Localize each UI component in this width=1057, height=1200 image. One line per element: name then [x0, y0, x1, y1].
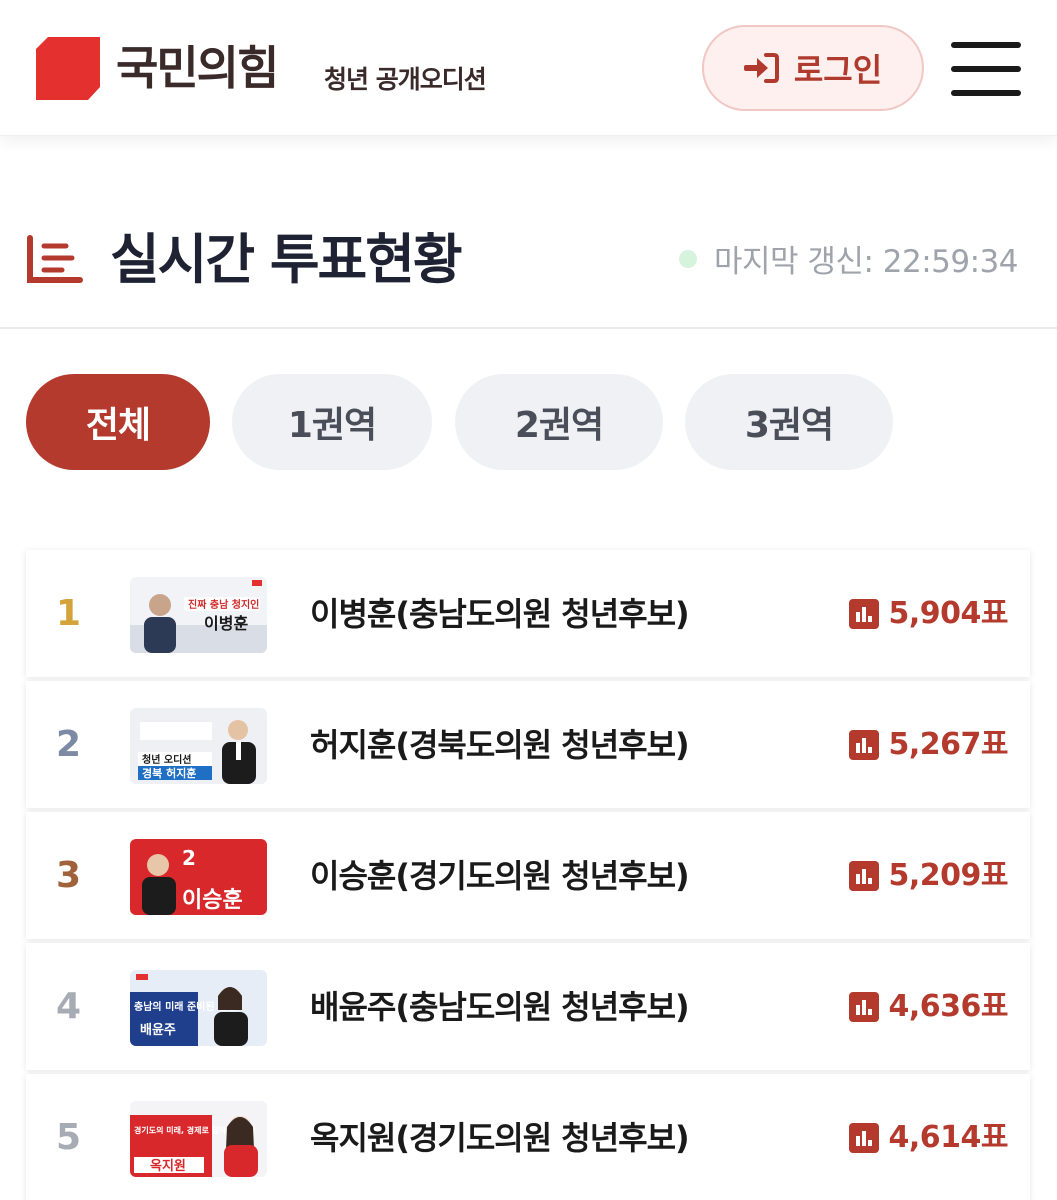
vote-count: 5,904표: [848, 592, 1009, 636]
rank-number: 4: [56, 986, 82, 1027]
rank-number: 2: [56, 724, 82, 765]
candidate-name[interactable]: 허지훈(경북도의원 청년후보): [310, 723, 690, 767]
candidate-thumbnail[interactable]: 경기도의 미래, 경제로 답하겠습니다 옥지원: [130, 1101, 267, 1177]
bar-chart-icon: [848, 861, 879, 891]
ranking-row[interactable]: 1 진짜 충남 청지인 이병훈 이병훈(충남도의원 청년후보) 5,904표: [26, 550, 1030, 677]
party-name[interactable]: 국민의힘: [116, 40, 279, 96]
party-logo-icon[interactable]: [36, 37, 100, 100]
ranking-row[interactable]: 3 2 이승훈 이승훈(경기도의원 청년후보) 5,209표: [26, 812, 1030, 939]
bar-chart-icon: [848, 599, 879, 629]
tab-all[interactable]: 전체: [26, 374, 210, 470]
ranking-row[interactable]: 4 충남의 미래 준비된 일꾼 배윤주 배윤주(충남도의원 청년후보) 4,63…: [26, 943, 1030, 1070]
tab-region-2[interactable]: 2권역: [455, 374, 663, 470]
live-status-dot: [679, 250, 697, 268]
vote-count-value: 4,614표: [888, 1120, 1009, 1155]
thumb-person-text: 이병훈: [204, 614, 248, 633]
vote-count-value: 4,636표: [888, 989, 1009, 1024]
ranking-row[interactable]: 2 청년 오디션 경북 허지훈 허지훈(경북도의원 청년후보) 5,267표: [26, 681, 1030, 808]
vote-count-value: 5,904표: [888, 596, 1009, 631]
candidate-thumbnail[interactable]: 2 이승훈: [130, 839, 267, 915]
site-subtitle: 청년 공개오디션: [324, 65, 487, 94]
page-title: 실시간 투표현황: [110, 228, 463, 291]
candidate-thumbnail[interactable]: 충남의 미래 준비된 일꾼 배윤주: [130, 970, 267, 1046]
candidate-name[interactable]: 배윤주(충남도의원 청년후보): [310, 985, 690, 1029]
vote-count: 4,636표: [848, 985, 1009, 1029]
vote-count: 4,614표: [848, 1116, 1009, 1160]
ranking-list-icon: [27, 235, 83, 283]
candidate-thumbnail[interactable]: 청년 오디션 경북 허지훈: [130, 708, 267, 784]
bar-chart-icon: [848, 1123, 879, 1153]
login-button[interactable]: 로그인: [702, 25, 924, 111]
hamburger-menu-button[interactable]: [951, 42, 1021, 96]
thumb-person-text: 이승훈: [182, 888, 243, 913]
vote-count: 5,209표: [848, 854, 1009, 898]
tab-region-3[interactable]: 3권역: [685, 374, 893, 470]
rank-number: 3: [56, 855, 82, 896]
vote-count: 5,267표: [848, 723, 1009, 767]
thumb-person-text: 옥지원: [150, 1158, 186, 1174]
candidate-name[interactable]: 이승훈(경기도의원 청년후보): [310, 854, 690, 898]
thumb-person-text: 경북 허지훈: [142, 766, 196, 780]
candidate-thumbnail[interactable]: 진짜 충남 청지인 이병훈: [130, 577, 267, 653]
login-icon: [743, 53, 779, 83]
thumb-banner-text: 진짜 충남 청지인: [188, 598, 259, 611]
tab-region-1[interactable]: 1권역: [232, 374, 432, 470]
last-update-time: 마지막 갱신: 22:59:34: [714, 244, 1018, 280]
vote-count-value: 5,267표: [888, 727, 1009, 762]
section-divider: [0, 327, 1057, 329]
thumb-banner-text: 2: [182, 846, 196, 870]
vote-count-value: 5,209표: [888, 858, 1009, 893]
rank-number: 5: [56, 1117, 82, 1158]
bar-chart-icon: [848, 992, 879, 1022]
candidate-name[interactable]: 옥지원(경기도의원 청년후보): [310, 1116, 690, 1160]
app-header: 국민의힘 청년 공개오디션 로그인: [0, 0, 1057, 136]
thumb-banner-text: 청년 오디션: [142, 753, 191, 766]
bar-chart-icon: [848, 730, 879, 760]
candidate-name[interactable]: 이병훈(충남도의원 청년후보): [310, 592, 690, 636]
login-label: 로그인: [793, 51, 883, 89]
thumb-person-text: 배윤주: [140, 1022, 176, 1038]
ranking-row[interactable]: 5 경기도의 미래, 경제로 답하겠습니다 옥지원 옥지원(경기도의원 청년후보…: [26, 1074, 1030, 1200]
rank-number: 1: [56, 593, 82, 634]
